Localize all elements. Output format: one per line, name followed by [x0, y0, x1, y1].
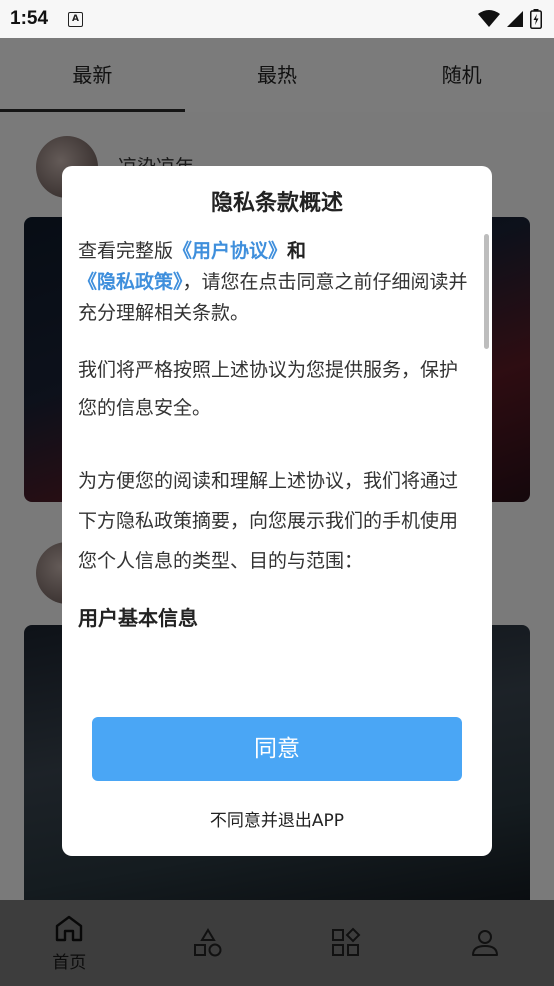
dialog-title: 隐私条款概述 — [210, 191, 343, 216]
privacy-policy-link[interactable]: 《隐私政策》 — [78, 271, 183, 293]
notification-icon: A — [68, 11, 84, 27]
and-text: 和 — [287, 240, 307, 262]
service-paragraph: 我们将严格按照上述协议为您提供服务，保护您的信息安全。 — [78, 359, 459, 419]
battery-icon — [530, 9, 542, 29]
privacy-dialog: 隐私条款概述 查看完整版《用户协议》和 《隐私政策》，请您在点击同意之前仔细阅读并… — [62, 166, 492, 856]
intro-prefix: 查看完整版 — [78, 240, 174, 262]
modal-overlay-bottom — [0, 900, 554, 986]
summary-paragraph: 为方便您的阅读和理解上述协议，我们将通过下方隐私政策摘要，向您展示我们的手机使用… — [78, 470, 459, 572]
intro-paragraph: 查看完整版《用户协议》和 《隐私政策》，请您在点击同意之前仔细阅读并充分理解相关条… — [78, 236, 470, 329]
dialog-scrollbar[interactable] — [484, 234, 489, 349]
wifi-icon — [478, 10, 500, 27]
dialog-body[interactable]: 查看完整版《用户协议》和 《隐私政策》，请您在点击同意之前仔细阅读并充分理解相关条… — [78, 236, 470, 716]
agree-button[interactable]: 同意 — [92, 717, 462, 781]
user-agreement-link[interactable]: 《用户协议》 — [173, 240, 287, 262]
disagree-exit-link[interactable]: 不同意并退出APP — [62, 806, 492, 831]
signal-icon — [507, 11, 523, 27]
section-heading: 用户基本信息 — [78, 606, 198, 630]
status-bar: 1:54 A — [0, 0, 554, 38]
status-time: 1:54 — [10, 8, 49, 29]
